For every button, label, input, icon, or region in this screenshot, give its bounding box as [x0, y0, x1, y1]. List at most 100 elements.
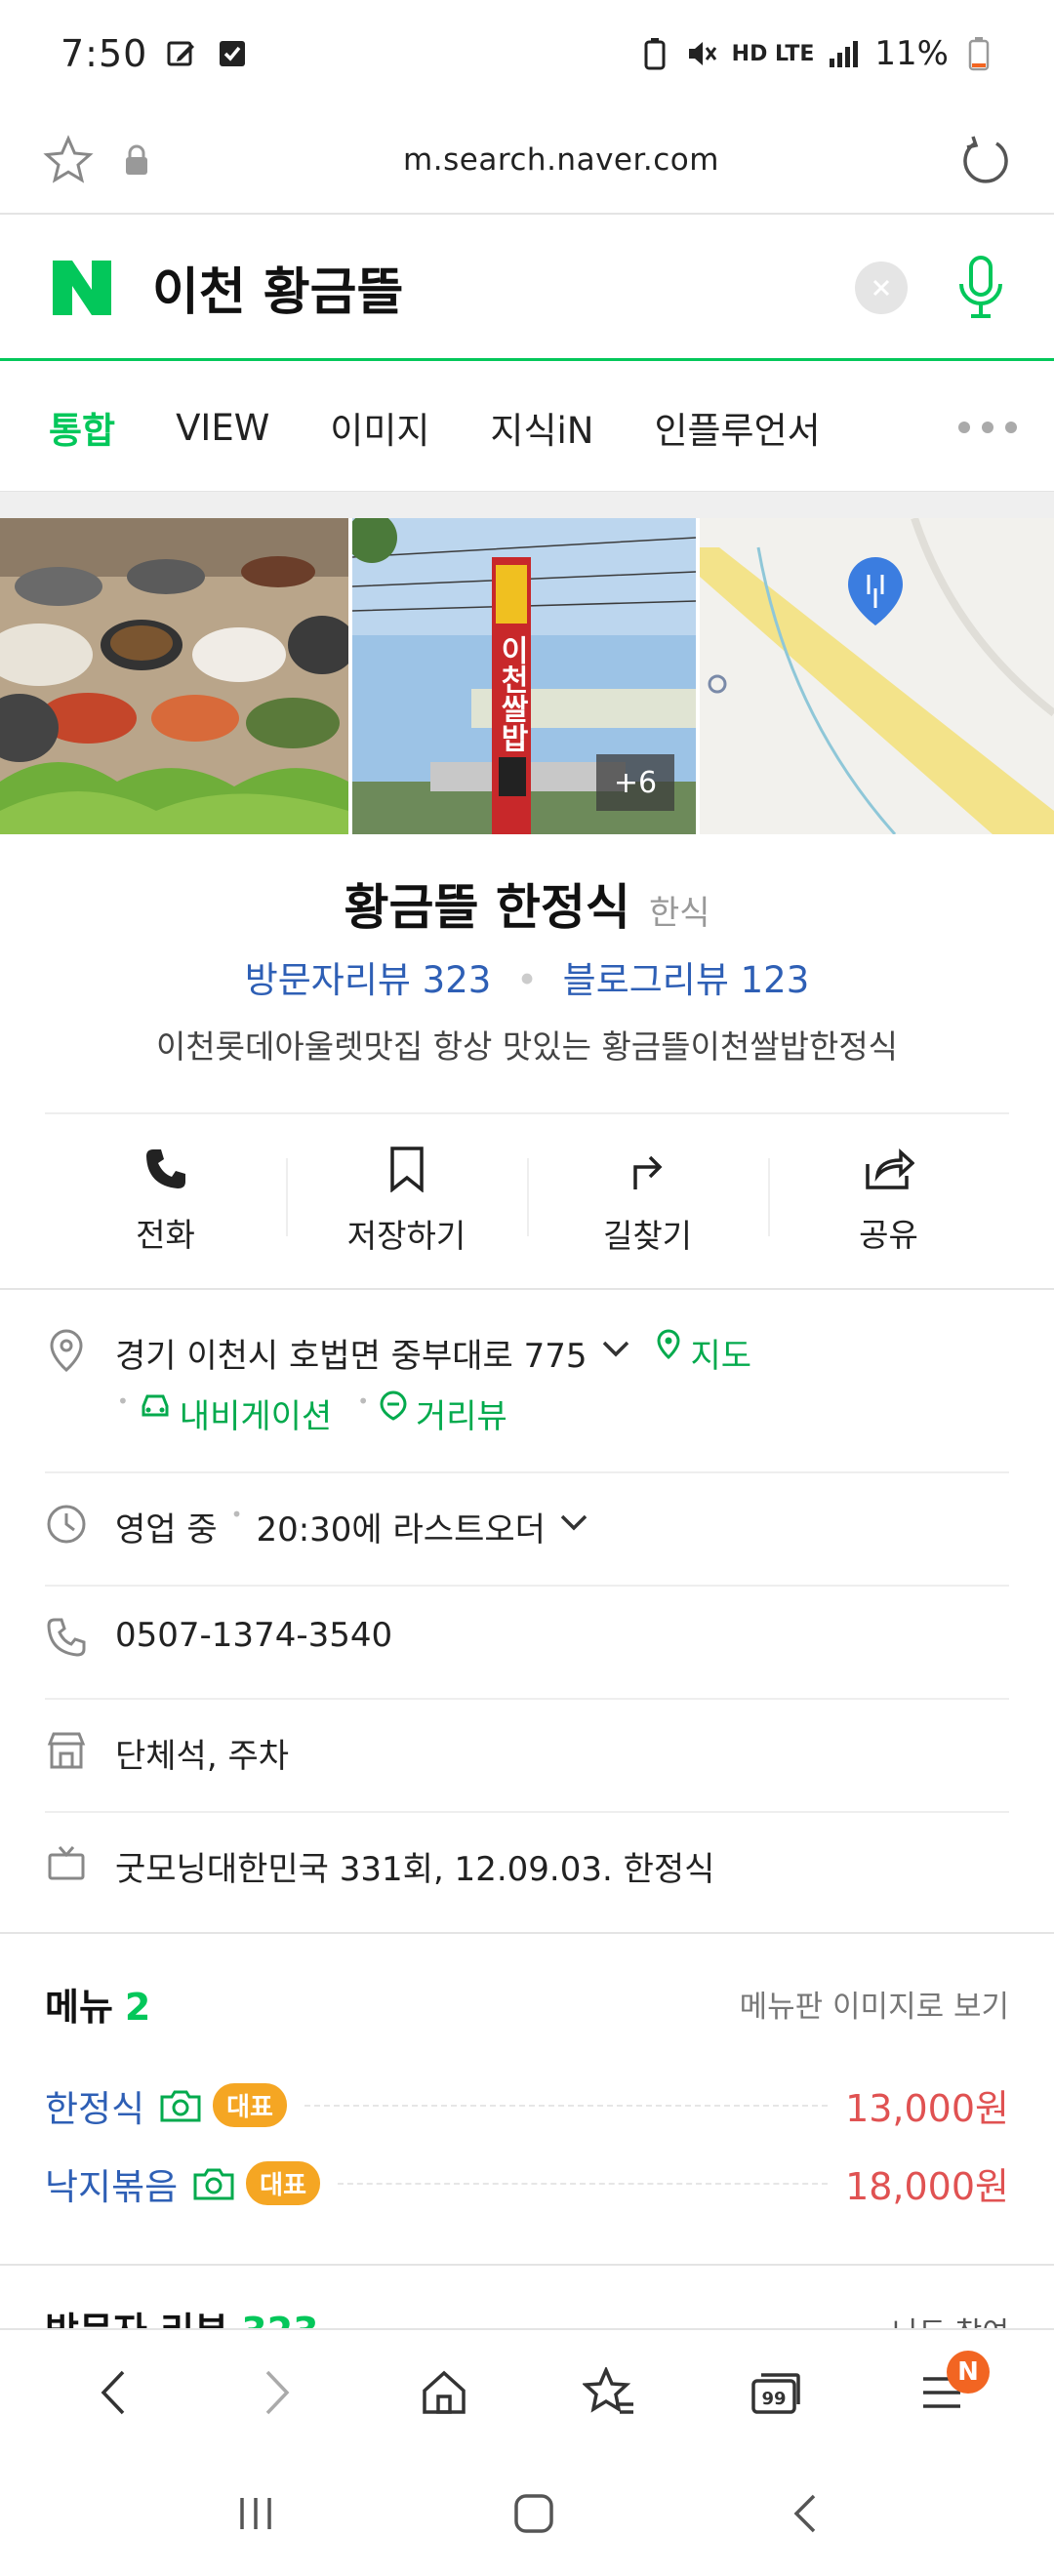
directions-label: 길찾기 — [602, 1217, 693, 1255]
menu-item-name[interactable]: 한정식 — [45, 2079, 144, 2132]
microphone-icon[interactable] — [947, 254, 1015, 322]
signal-icon — [828, 37, 861, 70]
call-button[interactable]: 전화 — [45, 1114, 286, 1288]
action-row: 전화 저장하기 길찾기 공유 — [45, 1112, 1009, 1288]
tv-row: 굿모닝대한민국 331회, 12.09.03. 한정식 — [45, 1842, 1009, 1890]
divider — [0, 2264, 1054, 2266]
share-button[interactable]: 공유 — [768, 1114, 1009, 1288]
address-text[interactable]: 경기 이천시 호법면 중부대로 775 — [115, 1329, 588, 1377]
menu-item[interactable]: 한정식 대표 13,000원 — [45, 2078, 1009, 2132]
address-links-row: • 내비게이션 • 거리뷰 — [107, 1389, 1054, 1437]
edit-note-icon — [165, 37, 198, 70]
place-name[interactable]: 황금뜰 한정식 — [344, 879, 629, 936]
dotted-leader — [338, 2182, 829, 2185]
recent-apps-button[interactable] — [234, 2494, 277, 2537]
review-links: 방문자리뷰 323 • 블로그리뷰 123 — [0, 950, 1054, 1003]
row-divider — [45, 1585, 1009, 1587]
sign-text: 이천쌀밥 — [495, 635, 529, 752]
url-text[interactable]: m.search.naver.com — [166, 142, 956, 178]
tab-kin[interactable]: 지식iN — [490, 401, 593, 454]
checkbox-icon — [216, 37, 249, 70]
food-photo[interactable] — [0, 518, 348, 834]
search-tabs: 통합 VIEW 이미지 지식iN 인플루언서 — [0, 364, 1054, 491]
navigation-link[interactable]: 내비게이션 — [180, 1389, 332, 1437]
place-category: 한식 — [648, 894, 710, 933]
camera-icon[interactable] — [158, 2086, 203, 2125]
representative-badge: 대표 — [213, 2083, 287, 2127]
battery-icon — [962, 37, 995, 71]
directions-button[interactable]: 길찾기 — [527, 1114, 768, 1288]
hours-status: 영업 중 — [115, 1510, 218, 1550]
tab-view[interactable]: VIEW — [176, 407, 269, 449]
bookmarks-button[interactable] — [566, 2349, 654, 2436]
facilities-text: 단체석, 주차 — [115, 1737, 290, 1776]
call-label: 전화 — [136, 1216, 195, 1254]
network-label: HD LTE — [731, 41, 815, 66]
photo-strip: 이천쌀밥 +6 — [0, 518, 1054, 834]
map-pin-small-icon — [656, 1329, 681, 1369]
menu-item-price: 18,000원 — [845, 2165, 1009, 2208]
chevron-down-icon[interactable] — [601, 1329, 630, 1368]
section-gap — [0, 491, 1054, 518]
address-row: 경기 이천시 호법면 중부대로 775 지도 — [45, 1329, 1009, 1377]
back-nav-button[interactable] — [790, 2492, 820, 2539]
street-view-link[interactable]: 거리뷰 — [416, 1389, 507, 1437]
search-bar: 이천 황금뜰 — [0, 217, 1054, 361]
clear-search-button[interactable] — [855, 261, 908, 314]
chevron-down-icon[interactable] — [559, 1503, 588, 1542]
back-chevron-icon — [793, 2494, 815, 2533]
tv-icon — [45, 1842, 88, 1885]
notification-badge: N — [947, 2351, 990, 2394]
camera-icon[interactable] — [191, 2164, 236, 2203]
menu-item[interactable]: 낙지볶음 대표 18,000원 — [45, 2156, 1009, 2210]
clock-icon — [45, 1503, 88, 1546]
battery-percent: 11% — [874, 34, 949, 73]
tab-influencer[interactable]: 인플루언서 — [654, 401, 820, 454]
sign-photo[interactable]: 이천쌀밥 +6 — [352, 518, 696, 834]
status-time: 7:50 — [61, 32, 148, 75]
home-button[interactable] — [400, 2349, 488, 2436]
tab-integrated[interactable]: 통합 — [49, 401, 115, 454]
share-label: 공유 — [859, 1216, 918, 1254]
map-link[interactable]: 지도 — [691, 1329, 752, 1377]
map-thumbnail[interactable] — [700, 518, 1054, 834]
visitor-reviews-link[interactable]: 방문자리뷰 323 — [245, 959, 492, 1001]
lock-icon[interactable] — [107, 131, 166, 189]
forward-button[interactable] — [234, 2349, 322, 2436]
separator-dot: • — [516, 959, 538, 1001]
hours-row: 영업 중 • 20:30에 라스트오더 — [45, 1503, 1009, 1550]
tab-images[interactable]: 이미지 — [330, 401, 429, 454]
mute-icon — [685, 37, 718, 70]
star-list-icon — [583, 2367, 633, 2414]
directions-icon — [632, 1155, 662, 1189]
blog-reviews-link[interactable]: 블로그리뷰 123 — [563, 959, 810, 1001]
naver-logo-icon[interactable] — [51, 257, 113, 319]
status-bar: 7:50 HD LTE 11% — [0, 0, 1054, 107]
row-divider — [45, 1698, 1009, 1700]
tabs-button[interactable]: 99 — [732, 2349, 820, 2436]
menu-board-link[interactable]: 메뉴판 이미지로 보기 — [740, 1982, 1009, 2026]
menu-button[interactable]: N — [898, 2349, 990, 2436]
tv-appearance-text[interactable]: 굿모닝대한민국 331회, 12.09.03. 한정식 — [115, 1842, 714, 1890]
location-pin-icon — [45, 1329, 88, 1372]
phone-number[interactable]: 0507-1374-3540 — [115, 1616, 392, 1655]
tabs-icon: 99 — [751, 2373, 800, 2414]
star-bookmark-icon[interactable] — [39, 131, 98, 189]
chevron-right-icon — [265, 2370, 290, 2415]
separator-dot: • — [117, 1389, 129, 1413]
more-photos-badge[interactable]: +6 — [596, 754, 674, 811]
menu-item-name[interactable]: 낙지볶음 — [45, 2157, 178, 2210]
reload-icon[interactable] — [956, 131, 1015, 189]
home-square-icon — [514, 2494, 553, 2533]
representative-badge: 대표 — [246, 2161, 321, 2205]
last-order-text[interactable]: 20:30에 라스트오더 — [256, 1503, 545, 1550]
share-icon — [865, 1148, 914, 1189]
home-icon — [423, 2370, 466, 2414]
store-icon — [45, 1729, 88, 1772]
search-input[interactable]: 이천 황금뜰 — [152, 251, 855, 324]
save-button[interactable]: 저장하기 — [286, 1114, 527, 1288]
phone-outline-icon — [45, 1616, 88, 1659]
back-button[interactable] — [68, 2349, 156, 2436]
more-tabs-icon[interactable] — [949, 413, 1027, 442]
home-nav-button[interactable] — [512, 2492, 555, 2539]
